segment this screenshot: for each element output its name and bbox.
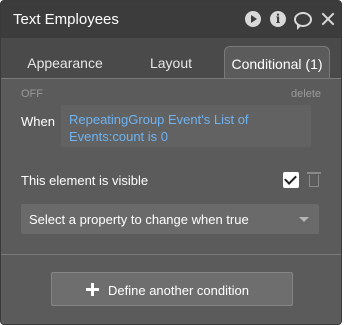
visible-property-label: This element is visible (21, 173, 149, 188)
close-icon[interactable] (320, 11, 336, 27)
info-icon[interactable] (270, 11, 286, 27)
delete-condition-link[interactable]: delete (291, 88, 321, 100)
condition-block: OFF delete When RepeatingGroup Event's L… (1, 78, 341, 254)
chevron-down-icon (299, 217, 309, 222)
tab-layout[interactable]: Layout (119, 46, 223, 78)
comment-icon[interactable] (294, 12, 312, 30)
panel-titlebar: Text Employees (1, 1, 341, 38)
property-select-placeholder: Select a property to change when true (29, 212, 249, 227)
condition-expression[interactable]: RepeatingGroup Event's List of Events:co… (61, 105, 311, 147)
tab-conditional[interactable]: Conditional (1) (224, 46, 330, 79)
property-select[interactable]: Select a property to change when true (21, 204, 319, 234)
plus-icon (86, 283, 99, 296)
panel-footer: Define another condition (1, 254, 341, 324)
visible-checkbox[interactable] (283, 172, 299, 188)
define-condition-button[interactable]: Define another condition (51, 272, 293, 306)
panel-title: Text Employees (13, 11, 119, 28)
when-label: When (21, 114, 55, 129)
define-condition-label: Define another condition (108, 283, 249, 298)
tab-appearance[interactable]: Appearance (11, 46, 119, 78)
property-editor-panel: Text Employees Appearance Layout Conditi… (0, 0, 342, 325)
trash-icon[interactable] (307, 171, 321, 187)
condition-status-toggle[interactable]: OFF (21, 88, 43, 100)
play-icon[interactable] (245, 11, 261, 27)
tab-bar: Appearance Layout Conditional (1) (1, 38, 341, 79)
